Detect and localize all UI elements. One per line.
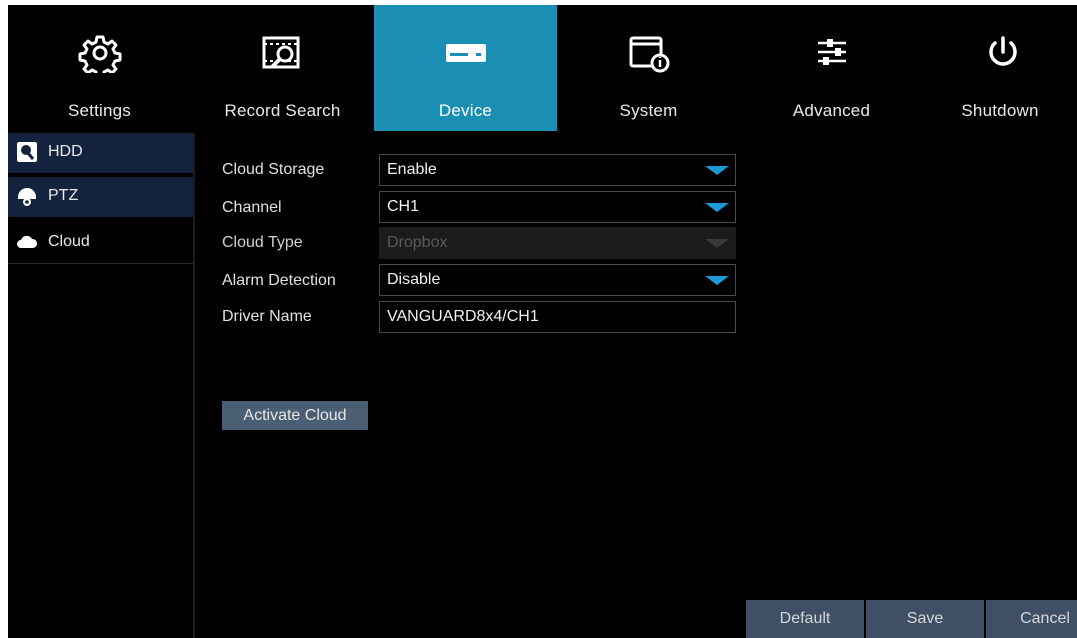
cloud-storage-value: Enable xyxy=(387,161,437,178)
alarm-detection-value: Disable xyxy=(387,271,441,288)
power-icon xyxy=(980,33,1026,73)
tab-advanced-label: Advanced xyxy=(792,101,871,120)
cancel-button[interactable]: Cancel xyxy=(986,600,1077,638)
tab-shutdown-label: Shutdown xyxy=(961,101,1039,120)
tab-advanced[interactable]: Advanced xyxy=(740,5,923,131)
save-button[interactable]: Save xyxy=(866,600,984,638)
tab-record-search[interactable]: Record Search xyxy=(191,5,374,131)
default-button[interactable]: Default xyxy=(746,600,864,638)
chevron-down-icon[interactable] xyxy=(702,195,732,219)
chevron-down-icon[interactable] xyxy=(702,158,732,182)
system-info-icon xyxy=(626,33,672,73)
tab-system[interactable]: System xyxy=(557,5,740,131)
activate-cloud-button[interactable]: Activate Cloud xyxy=(222,401,368,430)
cloud-type-select: Dropbox xyxy=(379,227,736,259)
hard-drive-icon xyxy=(443,33,489,73)
sidebar: HDD PTZ Cloud xyxy=(8,133,193,638)
gear-icon xyxy=(77,33,123,73)
chevron-down-icon xyxy=(702,231,732,255)
cloud-type-value: Dropbox xyxy=(387,234,448,251)
tab-settings[interactable]: Settings xyxy=(8,5,191,131)
driver-name-input[interactable]: VANGUARD8x4/CH1 xyxy=(379,301,736,333)
dvr-screen: Settings Record Search Device System Adv… xyxy=(8,5,1077,638)
sliders-icon xyxy=(809,33,855,73)
channel-label: Channel xyxy=(222,199,282,216)
tab-record-search-label: Record Search xyxy=(224,101,341,120)
tab-device-label: Device xyxy=(438,101,493,120)
alarm-detection-label: Alarm Detection xyxy=(222,272,336,289)
sidebar-item-label: PTZ xyxy=(48,187,79,204)
sidebar-item-hdd[interactable]: HDD xyxy=(8,133,193,173)
tab-device[interactable]: Device xyxy=(374,5,557,131)
sidebar-item-label: HDD xyxy=(48,143,83,160)
hdd-icon xyxy=(16,141,38,163)
top-nav: Settings Record Search Device System Adv… xyxy=(8,5,1077,131)
tab-system-label: System xyxy=(619,101,678,120)
chevron-down-icon[interactable] xyxy=(702,268,732,292)
sidebar-item-cloud[interactable]: Cloud xyxy=(8,223,193,264)
alarm-detection-select[interactable]: Disable xyxy=(379,264,736,296)
tab-shutdown[interactable]: Shutdown xyxy=(923,5,1077,131)
sidebar-divider xyxy=(193,133,195,638)
sidebar-item-label: Cloud xyxy=(48,233,90,250)
channel-value: CH1 xyxy=(387,198,420,215)
cloud-icon xyxy=(16,231,38,253)
cloud-type-label: Cloud Type xyxy=(222,234,303,251)
driver-name-label: Driver Name xyxy=(222,308,312,325)
channel-select[interactable]: CH1 xyxy=(379,191,736,223)
cloud-storage-select[interactable]: Enable xyxy=(379,154,736,186)
ptz-camera-icon xyxy=(16,185,38,207)
cloud-storage-label: Cloud Storage xyxy=(222,161,325,178)
driver-name-value: VANGUARD8x4/CH1 xyxy=(387,308,539,325)
tab-settings-label: Settings xyxy=(67,101,132,120)
record-search-icon xyxy=(260,33,306,73)
sidebar-item-ptz[interactable]: PTZ xyxy=(8,177,193,217)
